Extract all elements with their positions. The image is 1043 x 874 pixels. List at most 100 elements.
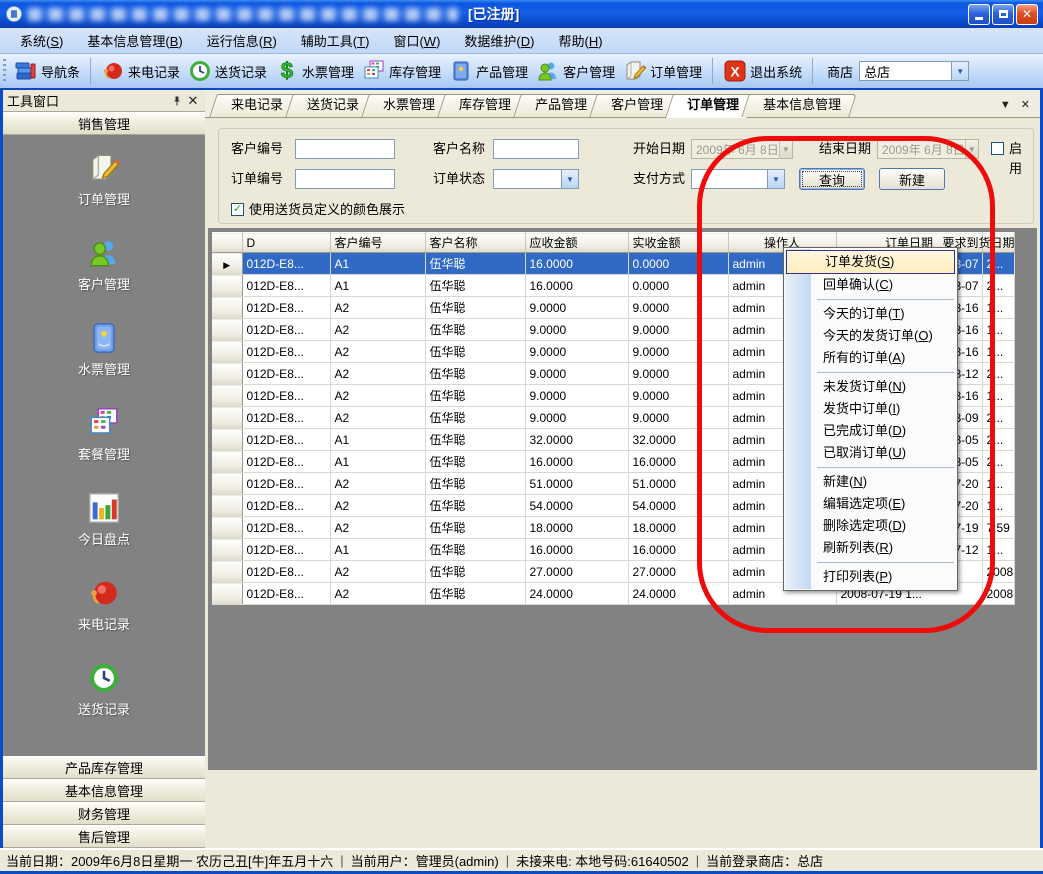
- menubar-item-help[interactable]: 帮助(H): [546, 28, 614, 53]
- pin-icon[interactable]: [169, 93, 185, 109]
- toolbar-button-order-mgmt[interactable]: 订单管理: [619, 57, 706, 85]
- delivery-color-checkbox[interactable]: ✓: [231, 203, 244, 216]
- table-cell: 伍华聪: [425, 539, 525, 561]
- tab-call-records[interactable]: 来电记录: [217, 94, 295, 117]
- customer-name-input[interactable]: [493, 139, 579, 159]
- row-selector-cell[interactable]: [212, 407, 242, 429]
- row-selector-cell[interactable]: ▶: [212, 253, 242, 275]
- minimize-button[interactable]: [968, 4, 990, 25]
- sidebar-group-basic-info-mgmt[interactable]: 基本信息管理: [3, 779, 205, 802]
- context-menu-item-new[interactable]: 新建(N): [785, 471, 956, 493]
- row-selector-cell[interactable]: [212, 341, 242, 363]
- order-status-select[interactable]: ▼: [493, 169, 579, 189]
- context-menu-item-delete-selected[interactable]: 删除选定项(D): [785, 515, 956, 537]
- pay-method-select[interactable]: ▼: [691, 169, 785, 189]
- order-no-input[interactable]: [295, 169, 395, 189]
- toolbar-button-nav-bar[interactable]: 导航条: [10, 57, 84, 85]
- row-selector-cell[interactable]: [212, 473, 242, 495]
- sidebar-item-water-ticket-mgmt[interactable]: 水票管理: [3, 321, 205, 378]
- context-menu-item-refresh-list[interactable]: 刷新列表(R): [785, 537, 956, 559]
- menubar-item-basic-info-mgmt[interactable]: 基本信息管理(B): [75, 28, 194, 53]
- row-selector-cell[interactable]: [212, 275, 242, 297]
- table-cell: 伍华聪: [425, 407, 525, 429]
- menubar-item-window[interactable]: 窗口(W): [381, 28, 452, 53]
- tab-inventory-mgmt[interactable]: 库存管理: [445, 94, 523, 117]
- sidebar-item-call-records[interactable]: 来电记录: [3, 576, 205, 633]
- context-menu-item-unshipped-orders[interactable]: 未发货订单(N): [785, 376, 956, 398]
- close-button[interactable]: ✕: [1016, 4, 1038, 25]
- close-icon[interactable]: ✕: [185, 93, 201, 109]
- tab-basic-info-mgmt[interactable]: 基本信息管理: [749, 94, 853, 117]
- toolbar-button-inventory-mgmt[interactable]: 库存管理: [358, 57, 445, 85]
- table-cell: 伍华聪: [425, 495, 525, 517]
- tab-delivery-records[interactable]: 送货记录: [293, 94, 371, 117]
- row-selector-cell[interactable]: [212, 517, 242, 539]
- sidebar-item-customer-mgmt[interactable]: 客户管理: [3, 236, 205, 293]
- row-selector-cell[interactable]: [212, 451, 242, 473]
- menubar-item-system[interactable]: 系统(S): [8, 28, 75, 53]
- end-date-picker[interactable]: 2009年 6月 8日 ▼: [877, 139, 979, 159]
- table-cell: 9.0000: [628, 385, 728, 407]
- row-selector-cell[interactable]: [212, 561, 242, 583]
- row-selector-cell[interactable]: [212, 385, 242, 407]
- table-cell: A2: [330, 385, 425, 407]
- context-menu-item-shipping-orders[interactable]: 发货中订单(I): [785, 398, 956, 420]
- tab-customer-mgmt[interactable]: 客户管理: [597, 94, 675, 117]
- menubar-item-data-maintenance[interactable]: 数据维护(D): [452, 28, 546, 53]
- table-cell: 012D-E8...: [242, 539, 330, 561]
- tab-water-ticket-mgmt[interactable]: 水票管理: [369, 94, 447, 117]
- sidebar-item-delivery-records[interactable]: 送货记录: [3, 661, 205, 718]
- sidebar-item-order-mgmt[interactable]: 订单管理: [3, 151, 205, 208]
- toolbar-button-label: 产品管理: [476, 62, 528, 81]
- sidebar-item-label: 套餐管理: [78, 444, 130, 463]
- context-menu-item-all-orders[interactable]: 所有的订单(A): [785, 347, 956, 369]
- table-cell: 012D-E8...: [242, 297, 330, 319]
- pay-method-label: 支付方式: [633, 169, 685, 189]
- shop-select[interactable]: 总店 ▼: [859, 61, 969, 81]
- toolbar-button-product-mgmt[interactable]: 产品管理: [445, 57, 532, 85]
- customer-no-input[interactable]: [295, 139, 395, 159]
- toolbar-button-customer-mgmt[interactable]: 客户管理: [532, 57, 619, 85]
- row-selector-cell[interactable]: [212, 539, 242, 561]
- sidebar-group-after-sales-mgmt[interactable]: 售后管理: [3, 825, 205, 848]
- enable-checkbox[interactable]: [991, 142, 1004, 155]
- sidebar-group-product-inventory-mgmt[interactable]: 产品库存管理: [3, 756, 205, 779]
- toolbar-button-delivery-records[interactable]: 送货记录: [184, 57, 271, 85]
- row-selector-cell[interactable]: [212, 363, 242, 385]
- tab-list-dropdown-icon[interactable]: ▼: [1000, 99, 1011, 111]
- menubar-item-aux-tools[interactable]: 辅助工具(T): [289, 28, 382, 53]
- query-button[interactable]: 查询: [799, 168, 865, 190]
- toolbar-button-call-records[interactable]: 来电记录: [97, 57, 184, 85]
- context-menu-item-completed-orders[interactable]: 已完成订单(D): [785, 420, 956, 442]
- sidebar-group-finance-mgmt[interactable]: 财务管理: [3, 802, 205, 825]
- context-menu-item-cancelled-orders[interactable]: 已取消订单(U): [785, 442, 956, 464]
- tab-close-icon[interactable]: ✕: [1021, 98, 1030, 111]
- table-cell: 18.0000: [525, 517, 628, 539]
- context-menu-item-confirm-return[interactable]: 回单确认(C): [785, 274, 956, 296]
- toolbar-button-exit-system[interactable]: X退出系统: [719, 57, 806, 85]
- context-menu-item-todays-shipped-orders[interactable]: 今天的发货订单(O): [785, 325, 956, 347]
- row-selector-cell[interactable]: [212, 495, 242, 517]
- tab-product-mgmt[interactable]: 产品管理: [521, 94, 599, 117]
- toolbar-button-water-ticket-mgmt[interactable]: $水票管理: [271, 57, 358, 85]
- row-selector-cell[interactable]: [212, 297, 242, 319]
- sidebar-group-sales-mgmt[interactable]: 销售管理: [3, 112, 205, 135]
- maximize-button[interactable]: [992, 4, 1014, 25]
- sidebar-item-label: 订单管理: [78, 189, 130, 208]
- menubar-item-runtime-info[interactable]: 运行信息(R): [195, 28, 289, 53]
- table-cell: 18.0000: [628, 517, 728, 539]
- row-selector-cell[interactable]: [212, 583, 242, 605]
- new-button[interactable]: 新建: [879, 168, 945, 190]
- tab-order-mgmt[interactable]: 订单管理: [673, 94, 751, 117]
- table-cell: A1: [330, 539, 425, 561]
- sidebar-item-package-mgmt[interactable]: 套餐管理: [3, 406, 205, 463]
- sidebar-item-today-stocktake[interactable]: 今日盘点: [3, 491, 205, 548]
- context-menu-item-print-list[interactable]: 打印列表(P): [785, 566, 956, 588]
- context-menu-item-todays-orders[interactable]: 今天的订单(T): [785, 303, 956, 325]
- context-menu-item-edit-selected[interactable]: 编辑选定项(E): [785, 493, 956, 515]
- start-date-picker[interactable]: 2009年 6月 8日 ▼: [691, 139, 793, 159]
- row-selector-cell[interactable]: [212, 319, 242, 341]
- chevron-down-icon[interactable]: ▼: [951, 62, 968, 80]
- context-menu-item-ship-order[interactable]: 订单发货(S): [786, 250, 955, 274]
- row-selector-cell[interactable]: [212, 429, 242, 451]
